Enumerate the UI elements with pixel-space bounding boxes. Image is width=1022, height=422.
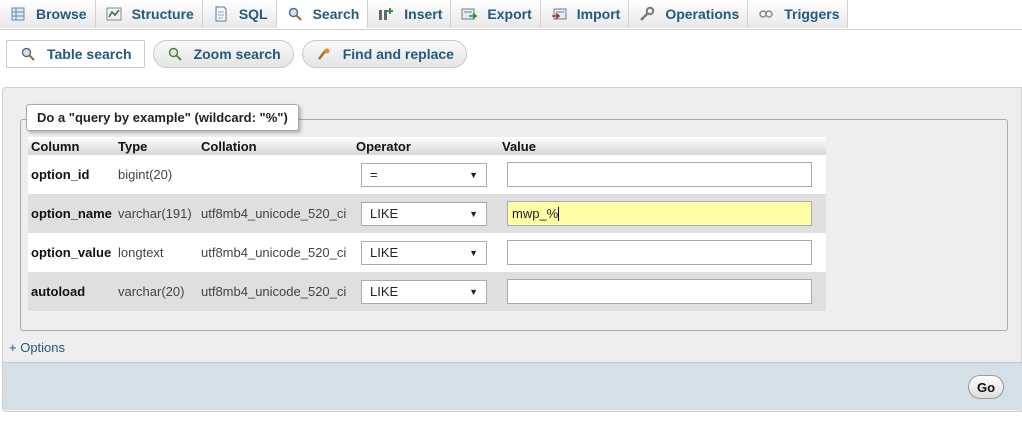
search-icon [286,6,304,22]
tab-label: Browse [36,6,87,22]
header-operator: Operator [353,137,499,155]
row-collation [198,155,353,194]
row-type: varchar(20) [115,272,198,311]
operator-select[interactable]: LIKE ▼ [361,240,487,265]
row-column-name: option_id [28,155,115,194]
tab-import[interactable]: Import [540,0,630,28]
search-subtabs: Table search Zoom search Find and replac… [6,40,467,68]
value-input[interactable] [507,240,812,265]
dropdown-arrow-icon: ▼ [469,247,478,258]
table-row: option_id bigint(20) = ▼ [28,155,826,194]
operator-value: LIKE [370,245,399,260]
find-replace-icon [315,46,333,62]
subtab-table-search[interactable]: Table search [6,40,145,68]
tab-browse[interactable]: Browse [0,0,96,28]
tab-sql[interactable]: SQL [202,0,277,28]
tab-label: Operations [665,6,740,22]
header-type: Type [115,137,198,155]
subtab-label: Zoom search [193,46,281,62]
header-value: Value [499,137,826,155]
insert-icon [377,6,395,22]
operator-select[interactable]: LIKE ▼ [361,279,487,304]
tab-triggers[interactable]: Triggers [748,0,849,28]
row-operator-cell: LIKE ▼ [353,233,499,272]
operator-value: = [370,167,378,182]
form-footer [3,362,1022,410]
tab-operations[interactable]: Operations [629,0,749,28]
operator-value: LIKE [370,206,399,221]
row-value-cell [499,272,826,311]
row-column-name: option_value [28,233,115,272]
table-row: option_value longtext utf8mb4_unicode_52… [28,233,826,272]
options-link[interactable]: + Options [9,340,65,355]
operator-select[interactable]: = ▼ [361,162,487,187]
value-input[interactable] [507,279,812,304]
tab-label: Import [576,6,621,22]
table-row: option_name varchar(191) utf8mb4_unicode… [28,194,826,233]
dropdown-arrow-icon: ▼ [469,208,478,219]
row-collation: utf8mb4_unicode_520_ci [198,272,353,311]
tab-label: Search [312,6,360,22]
row-operator-cell: LIKE ▼ [353,272,499,311]
operator-value: LIKE [370,284,399,299]
header-column: Column [28,137,115,155]
subtab-zoom-search[interactable]: Zoom search [152,40,294,68]
table-header-row: Column Type Collation Operator Value [28,137,826,155]
row-column-name: option_name [28,194,115,233]
tab-search[interactable]: Search [276,0,369,28]
zoom-icon [166,46,184,62]
header-collation: Collation [198,137,353,155]
row-value-cell [499,233,826,272]
triggers-icon [757,6,775,22]
tab-label: Triggers [784,6,840,22]
wrench-icon [638,6,656,22]
table-row: autoload varchar(20) utf8mb4_unicode_520… [28,272,826,311]
tab-export[interactable]: Export [451,0,541,28]
operator-select[interactable]: LIKE ▼ [361,201,487,226]
tab-label: Export [487,6,532,22]
row-type: bigint(20) [115,155,198,194]
tab-label: SQL [238,6,268,22]
subtab-label: Find and replace [342,46,454,62]
row-type: varchar(191) [115,194,198,233]
tab-label: Structure [131,6,194,22]
tab-structure[interactable]: Structure [95,0,203,28]
row-type: longtext [115,233,198,272]
table-tabbar: Browse Structure SQL Search Insert Expor… [0,0,1022,30]
value-input[interactable]: mwp_% [507,201,812,226]
go-button[interactable]: Go [968,375,1004,399]
dropdown-arrow-icon: ▼ [469,286,478,297]
tab-insert[interactable]: Insert [368,0,452,28]
browse-icon [9,6,27,22]
export-icon [460,6,478,22]
subtab-find-replace[interactable]: Find and replace [301,40,467,68]
subtab-label: Table search [47,46,132,62]
magnifier-icon [19,46,37,62]
structure-icon [105,6,123,22]
sql-icon [212,6,230,22]
row-column-name: autoload [28,272,115,311]
row-collation: utf8mb4_unicode_520_ci [198,194,353,233]
dropdown-arrow-icon: ▼ [469,169,478,180]
query-table: Column Type Collation Operator Value opt… [28,137,826,311]
query-legend: Do a "query by example" (wildcard: "%") [26,104,299,131]
tab-label: Insert [404,6,443,22]
text-caret [558,206,560,221]
value-input[interactable] [507,162,812,187]
value-text: mwp_% [512,206,559,221]
row-value-cell: mwp_% [499,194,826,233]
row-operator-cell: LIKE ▼ [353,194,499,233]
row-collation: utf8mb4_unicode_520_ci [198,233,353,272]
row-value-cell [499,155,826,194]
import-icon [550,6,568,22]
row-operator-cell: = ▼ [353,155,499,194]
